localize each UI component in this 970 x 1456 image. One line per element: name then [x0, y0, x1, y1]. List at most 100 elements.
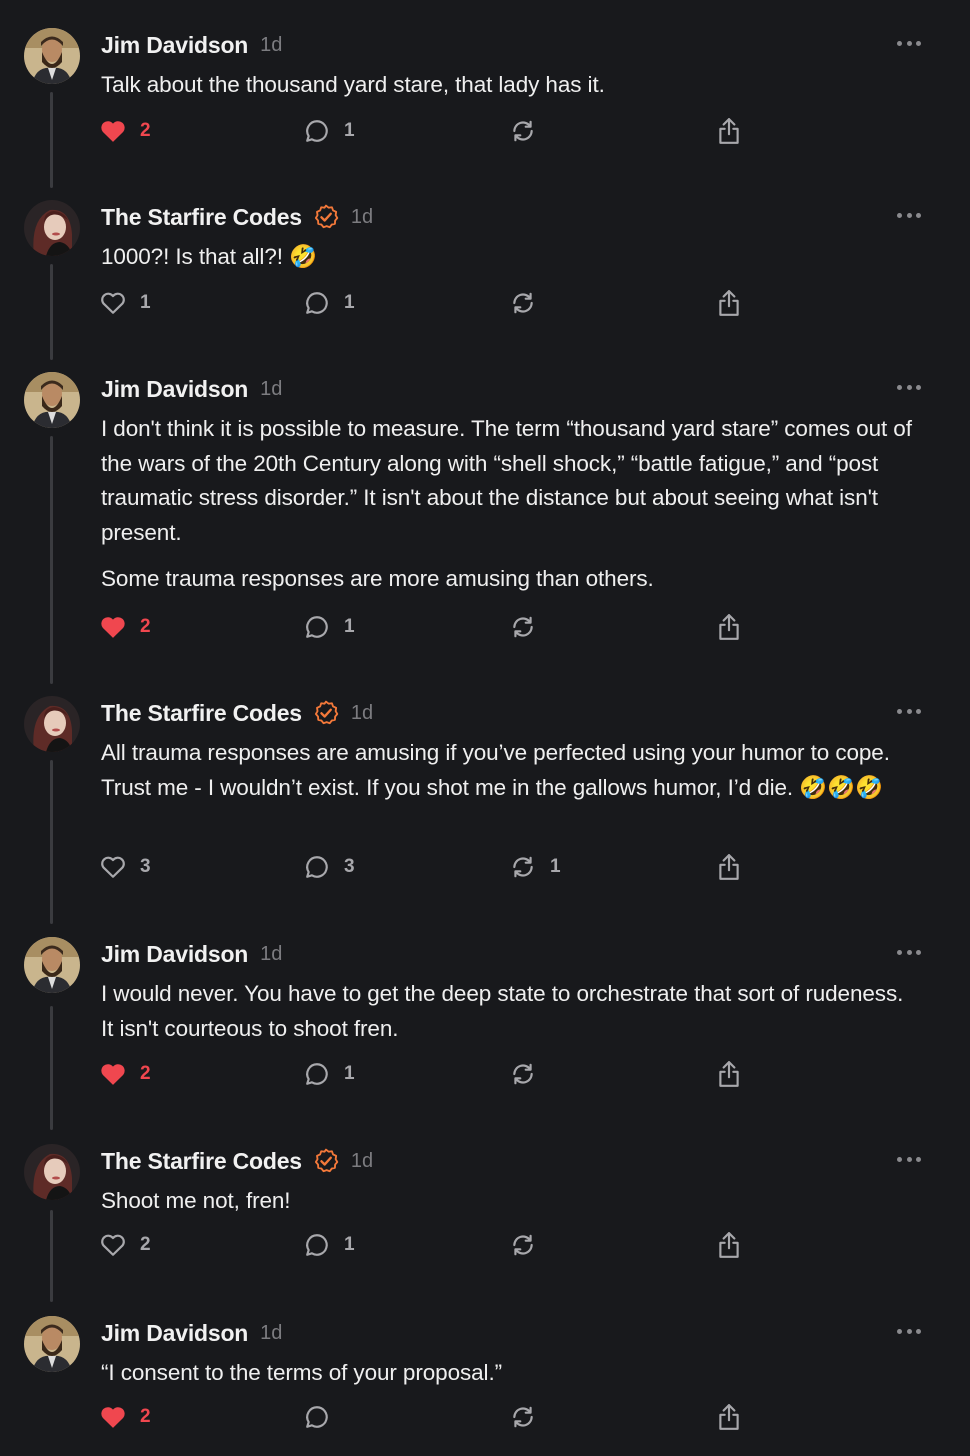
author-name[interactable]: Jim Davidson [101, 941, 248, 968]
post-header: Jim Davidson 1d [101, 1318, 282, 1348]
repost-icon [510, 1232, 536, 1258]
post-timestamp[interactable]: 1d [351, 1150, 373, 1173]
post-body: Shoot me not, fren! [101, 1184, 921, 1231]
avatar-jim-davidson[interactable] [24, 28, 80, 84]
avatar-the-starfire-codes[interactable] [24, 696, 80, 752]
share-button[interactable] [717, 116, 741, 146]
reply-count: 1 [344, 120, 355, 141]
post-body: “I consent to the terms of your proposal… [101, 1356, 921, 1403]
heart-icon [100, 615, 126, 639]
more-dots-icon[interactable] [897, 210, 921, 220]
author-name[interactable]: Jim Davidson [101, 376, 248, 403]
reply-button[interactable]: 1 [304, 288, 355, 318]
like-button[interactable]: 2 [100, 116, 151, 146]
share-button[interactable] [717, 1230, 741, 1260]
like-count: 3 [140, 856, 151, 877]
like-count: 2 [140, 120, 151, 141]
like-count: 2 [140, 1234, 151, 1255]
share-button[interactable] [717, 1059, 741, 1089]
comment-bubble-icon [304, 1061, 330, 1087]
more-dots-icon[interactable] [897, 1326, 921, 1336]
post-text: I would never. You have to get the deep … [101, 981, 904, 1041]
reply-button[interactable]: 1 [304, 1230, 355, 1260]
heart-icon [100, 291, 126, 315]
more-dots-icon[interactable] [897, 706, 921, 716]
post-timestamp[interactable]: 1d [260, 378, 282, 401]
reply-button[interactable]: 1 [304, 116, 355, 146]
repost-button[interactable] [510, 1402, 550, 1432]
reply-count: 1 [344, 1234, 355, 1255]
repost-button[interactable] [510, 1230, 550, 1260]
more-dots-icon[interactable] [897, 947, 921, 957]
post-actions: 2 1 [100, 612, 750, 642]
post-actions: 3 3 1 [100, 852, 750, 882]
post-timestamp[interactable]: 1d [260, 34, 282, 57]
share-button[interactable] [717, 288, 741, 318]
post-actions: 2 1 [100, 1230, 750, 1260]
author-name[interactable]: The Starfire Codes [101, 700, 302, 727]
repost-count: 1 [550, 856, 561, 877]
share-icon [717, 853, 741, 881]
reply-count: 1 [344, 616, 355, 637]
post-timestamp[interactable]: 1d [260, 1322, 282, 1345]
post-body: 1000?! Is that all?! 🤣 [101, 240, 921, 287]
share-button[interactable] [717, 612, 741, 642]
author-name[interactable]: The Starfire Codes [101, 204, 302, 231]
verified-badge-icon [313, 1148, 339, 1174]
post-header: The Starfire Codes 1d [101, 1146, 373, 1176]
author-name[interactable]: Jim Davidson [101, 1320, 248, 1347]
repost-icon [510, 1404, 536, 1430]
author-name[interactable]: Jim Davidson [101, 32, 248, 59]
like-count: 2 [140, 1063, 151, 1084]
repost-button[interactable] [510, 288, 550, 318]
share-icon [717, 1403, 741, 1431]
post-timestamp[interactable]: 1d [351, 206, 373, 229]
repost-button[interactable] [510, 612, 550, 642]
share-button[interactable] [717, 1402, 741, 1432]
avatar-jim-davidson[interactable] [24, 1316, 80, 1372]
like-button[interactable]: 2 [100, 1230, 151, 1260]
repost-button[interactable] [510, 116, 550, 146]
post-header: Jim Davidson 1d [101, 30, 282, 60]
reply-count: 3 [344, 856, 355, 877]
thread-line [50, 436, 53, 684]
like-button[interactable]: 2 [100, 1402, 151, 1432]
like-button[interactable]: 3 [100, 852, 151, 882]
comment-bubble-icon [304, 854, 330, 880]
repost-button[interactable] [510, 1059, 550, 1089]
like-button[interactable]: 2 [100, 1059, 151, 1089]
reply-button[interactable]: 1 [304, 1059, 355, 1089]
repost-icon [510, 614, 536, 640]
author-name[interactable]: The Starfire Codes [101, 1148, 302, 1175]
comment-bubble-icon [304, 614, 330, 640]
like-button[interactable]: 2 [100, 612, 151, 642]
thread-line [50, 92, 53, 188]
reply-button[interactable] [304, 1402, 344, 1432]
post-timestamp[interactable]: 1d [351, 702, 373, 725]
post-timestamp[interactable]: 1d [260, 943, 282, 966]
share-icon [717, 1060, 741, 1088]
repost-button[interactable]: 1 [510, 852, 561, 882]
like-count: 2 [140, 1406, 151, 1427]
avatar-the-starfire-codes[interactable] [24, 1144, 80, 1200]
post-body: I don't think it is possible to measure.… [101, 412, 921, 609]
avatar-the-starfire-codes[interactable] [24, 200, 80, 256]
like-button[interactable]: 1 [100, 288, 151, 318]
avatar-jim-davidson[interactable] [24, 937, 80, 993]
more-dots-icon[interactable] [897, 382, 921, 392]
avatar-jim-davidson[interactable] [24, 372, 80, 428]
more-dots-icon[interactable] [897, 38, 921, 48]
post-actions: 2 1 [100, 116, 750, 146]
reply-button[interactable]: 3 [304, 852, 355, 882]
heart-icon [100, 1405, 126, 1429]
verified-badge-icon [313, 700, 339, 726]
heart-icon [100, 1233, 126, 1257]
comment-bubble-icon [304, 118, 330, 144]
more-dots-icon[interactable] [897, 1154, 921, 1164]
reply-count: 1 [344, 1063, 355, 1084]
reply-button[interactable]: 1 [304, 612, 355, 642]
post-header: The Starfire Codes 1d [101, 202, 373, 232]
share-button[interactable] [717, 852, 741, 882]
post-actions: 1 1 [100, 288, 750, 318]
comment-bubble-icon [304, 1232, 330, 1258]
